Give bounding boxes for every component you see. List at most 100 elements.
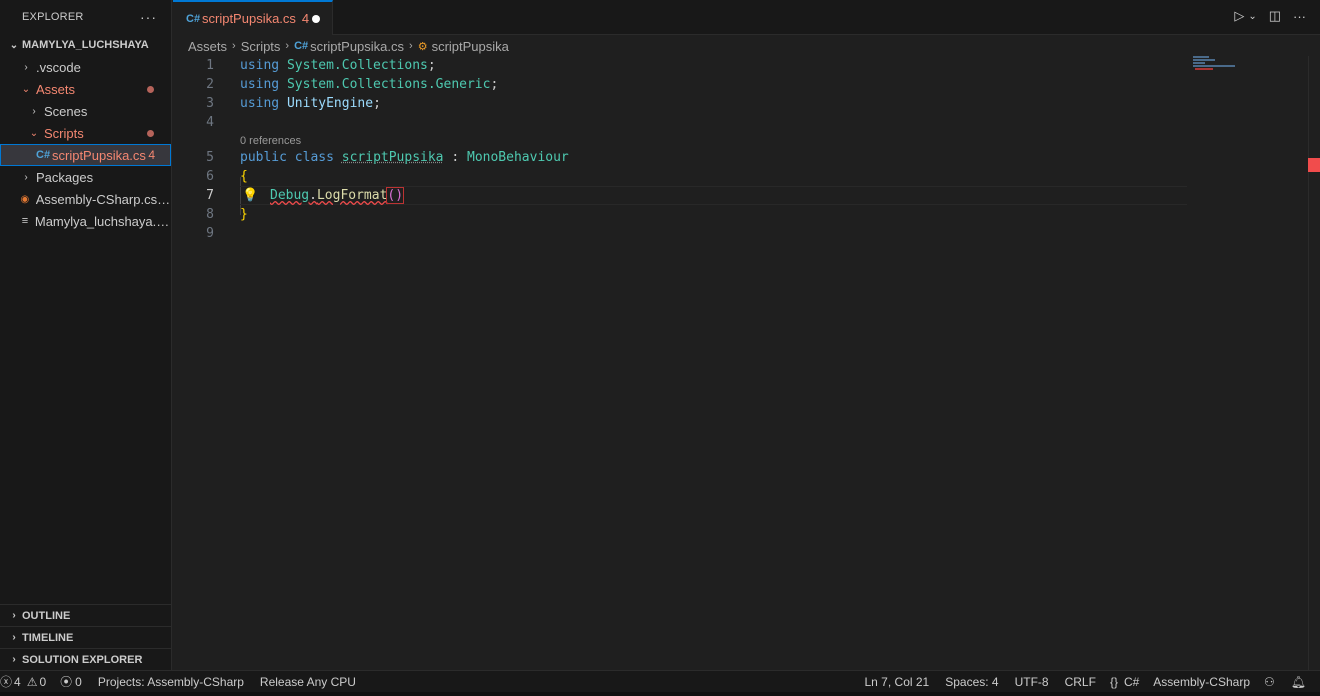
vertical-scrollbar[interactable] (1308, 56, 1320, 670)
tree-item-label: Packages (36, 169, 94, 185)
tab-label: scriptPupsika.cs (202, 11, 296, 26)
line-number: 8 (206, 207, 214, 222)
codelens-references[interactable]: 0 references (240, 135, 301, 147)
code-line: 8 } (173, 205, 1308, 224)
copilot-icon[interactable]: ⚇ (1264, 675, 1275, 689)
tree-item-csproj[interactable]: ◉ Assembly-CSharp.csp... (0, 188, 171, 210)
chevron-down-icon[interactable]: ⌄ (1248, 11, 1256, 22)
tree-item-vscode[interactable]: › .vscode (0, 56, 171, 78)
tree-item-label: scriptPupsika.cs (52, 147, 146, 163)
explorer-header: EXPLORER ··· (0, 0, 171, 34)
warning-icon: ⚠ (26, 674, 38, 689)
indentation-status[interactable]: Spaces: 4 (945, 675, 998, 689)
chevron-down-icon: ⌄ (21, 83, 31, 95)
class-symbol-icon: ⚙ (417, 40, 428, 53)
lightbulb-icon[interactable]: 💡 (242, 188, 258, 203)
tree-item-scripts[interactable]: ⌄ Scripts (0, 122, 171, 144)
line-number: 9 (206, 226, 214, 241)
code-line-current: 7 💡 Debug.LogFormat() (173, 186, 1308, 205)
problems-count-badge: 4 (148, 148, 155, 162)
problems-status[interactable]: ⓧ 4 ⚠ 0 (0, 673, 46, 690)
tab-scriptpupsika[interactable]: C# scriptPupsika.cs 4 (173, 0, 333, 35)
line-content: using System.Collections; (240, 58, 436, 73)
project-status[interactable]: Assembly-CSharp (1153, 675, 1250, 689)
chevron-right-icon: › (32, 105, 36, 117)
window-bottom-edge (0, 692, 1320, 696)
tree-item-label: Scripts (44, 125, 84, 141)
cursor-position[interactable]: Ln 7, Col 21 (865, 675, 930, 689)
tree-item-packages[interactable]: › Packages (0, 166, 171, 188)
editor-actions: ▷ ⌄ ◫ ··· (1234, 8, 1306, 24)
line-number: 3 (206, 96, 214, 111)
modified-dot-icon (147, 129, 154, 137)
tree-item-scenes[interactable]: › Scenes (0, 100, 171, 122)
run-icon[interactable]: ▷ (1234, 8, 1244, 24)
code-line: 5 public class scriptPupsika : MonoBehav… (173, 148, 1308, 167)
code-line: 9 (173, 224, 1308, 243)
encoding-status[interactable]: UTF-8 (1015, 675, 1049, 689)
tree-item-sln[interactable]: ≡ Mamylya_luchshaya.sln (0, 210, 171, 232)
line-content: } (240, 207, 248, 222)
bell-icon[interactable]: 🔔︎ (1291, 675, 1306, 689)
chevron-right-icon: › (285, 40, 290, 52)
chevron-right-icon: › (409, 40, 413, 52)
line-number: 6 (206, 169, 214, 184)
line-content: public class scriptPupsika : MonoBehavio… (240, 150, 569, 165)
code-line: 4 (173, 113, 1308, 132)
line-number: 4 (206, 115, 214, 130)
breadcrumb-scripts[interactable]: Scripts (241, 39, 281, 54)
code-line: 6 { (173, 167, 1308, 186)
braces-icon: {} (1109, 675, 1118, 689)
status-right: Ln 7, Col 21 Spaces: 4 UTF-8 CRLF {} C# … (865, 671, 1320, 693)
chevron-right-icon: › (24, 61, 28, 73)
section-label: TIMELINE (22, 631, 74, 644)
section-label: SOLUTION EXPLORER (22, 653, 143, 666)
outline-section[interactable]: › OUTLINE (0, 604, 172, 626)
line-number: 1 (206, 58, 214, 73)
line-content: Debug.LogFormat() (270, 187, 405, 204)
csharp-file-icon: C# (36, 149, 51, 161)
solution-explorer-section[interactable]: › SOLUTION EXPLORER (0, 648, 172, 670)
codelens-line: 0 references (173, 132, 1308, 149)
tree-item-label: Scenes (44, 103, 88, 119)
chevron-right-icon: › (24, 171, 28, 183)
chevron-right-icon: › (12, 610, 16, 621)
code-line: 2 using System.Collections.Generic; (173, 75, 1308, 94)
lines-file-icon: ≡ (21, 215, 29, 227)
modified-dot-icon (147, 85, 154, 93)
chevron-down-icon: ⌄ (29, 127, 39, 139)
unsaved-dot-icon[interactable] (312, 15, 320, 23)
language-label: C# (1123, 675, 1140, 689)
minimap[interactable] (1193, 56, 1253, 76)
breadcrumb-assets[interactable]: Assets (188, 39, 227, 54)
ports-status[interactable]: ⦿ 0 (60, 673, 82, 690)
more-actions-icon[interactable]: ··· (140, 9, 157, 25)
breadcrumb-class[interactable]: scriptPupsika (432, 39, 509, 54)
tree-item-label: Assembly-CSharp.csp... (35, 191, 171, 207)
split-editor-icon[interactable]: ◫ (1269, 8, 1281, 24)
code-editor[interactable]: 1 using System.Collections; 2 using Syst… (173, 56, 1308, 670)
chevron-right-icon: › (12, 654, 16, 665)
tree-item-label: Assets (36, 81, 76, 97)
projects-status[interactable]: Projects: Assembly-CSharp (98, 675, 244, 689)
ports-count: 0 (75, 674, 82, 689)
tree-item-scriptpupsika[interactable]: C# scriptPupsika.cs 4 (0, 144, 171, 166)
workspace-folder[interactable]: ⌄ MAMYLYA_LUCHSHAYA (0, 34, 171, 56)
csharp-file-icon: C# (186, 12, 201, 25)
editor-tabbar: C# scriptPupsika.cs 4 ▷ ⌄ ◫ ··· (173, 0, 1320, 35)
breadcrumb-file[interactable]: scriptPupsika.cs (310, 39, 404, 54)
timeline-section[interactable]: › TIMELINE (0, 626, 172, 648)
chevron-right-icon: › (232, 40, 236, 52)
errors-count: 4 (14, 674, 21, 689)
line-number: 2 (206, 77, 214, 92)
more-actions-icon[interactable]: ··· (1293, 9, 1306, 24)
warnings-count: 0 (39, 674, 47, 689)
explorer-sidebar: EXPLORER ··· ⌄ MAMYLYA_LUCHSHAYA › .vsco… (0, 0, 172, 670)
tree-item-assets[interactable]: ⌄ Assets (0, 78, 171, 100)
eol-status[interactable]: CRLF (1065, 675, 1096, 689)
configuration-status[interactable]: Release Any CPU (260, 675, 356, 689)
explorer-title: EXPLORER (22, 11, 84, 23)
workspace-label: MAMYLYA_LUCHSHAYA (22, 39, 149, 51)
language-status[interactable]: {} C# (1110, 675, 1139, 689)
line-content: using UnityEngine; (240, 96, 381, 111)
